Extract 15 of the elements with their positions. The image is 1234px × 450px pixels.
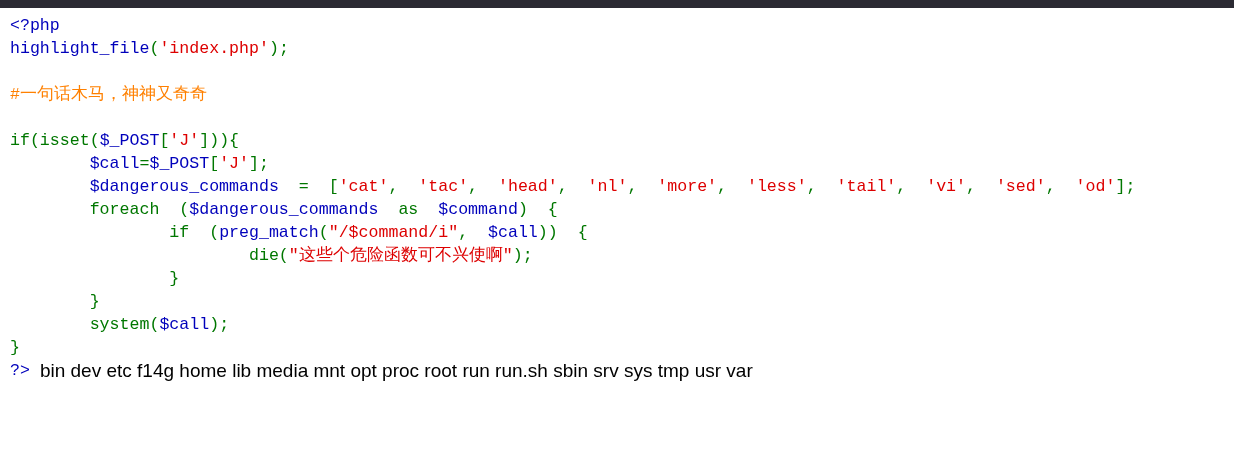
command-output: bin dev etc f14g home lib media mnt opt proc root run run.sh sbin srv sys tmp usr var [39,359,753,382]
code-line: foreach ($dangerous_commands as $command) { [88,199,558,221]
code-line: <?php [10,15,60,37]
code-line: $dangerous_commands = ['cat', 'tac', 'head', 'nl', 'more', 'less', 'tail', 'vi', 'sed', 'od']; [88,176,1136,198]
code-line: system($call); [88,314,230,336]
code-line: if (preg_match("/$command/i", $call)) { [168,222,588,244]
code-line: $call=$_POST['J']; [88,153,269,175]
code-line: } [10,337,20,359]
code-line: ?> [10,360,30,382]
code-line: #一句话木马，神神又奇奇 [10,84,207,106]
code-line: if(isset($_POST['J'])){ [10,130,240,152]
code-line: } [168,268,180,290]
code-line: highlight_file('index.php'); [10,38,289,60]
code-line: } [88,291,100,313]
code-line: die("这些个危险函数可不兴使啊"); [248,245,533,267]
